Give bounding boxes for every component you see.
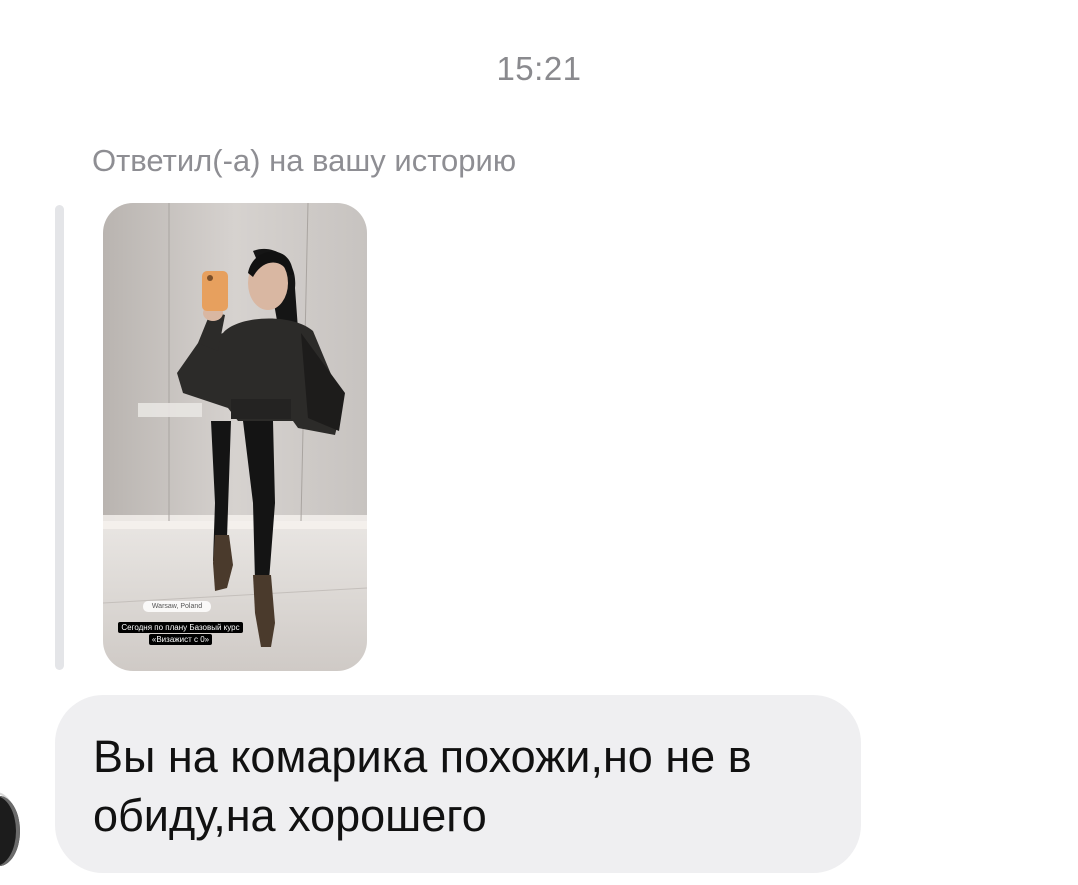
story-location-sticker: Warsaw, Poland [143, 601, 211, 612]
message-text: Вы на комарика похожи,но не в обиду,на х… [93, 731, 752, 841]
story-caption-text: Сегодня по плану Базовый курс «Визажист … [118, 622, 243, 645]
avatar[interactable] [0, 796, 20, 866]
story-caption: Сегодня по плану Базовый курс «Визажист … [106, 622, 255, 646]
reply-quote-bar [55, 205, 64, 670]
message-timestamp: 15:21 [496, 50, 582, 87]
story-thumbnail[interactable] [103, 203, 367, 671]
story-reply-label: Ответил(-а) на вашу историю [92, 143, 517, 178]
story-photo [103, 203, 367, 671]
